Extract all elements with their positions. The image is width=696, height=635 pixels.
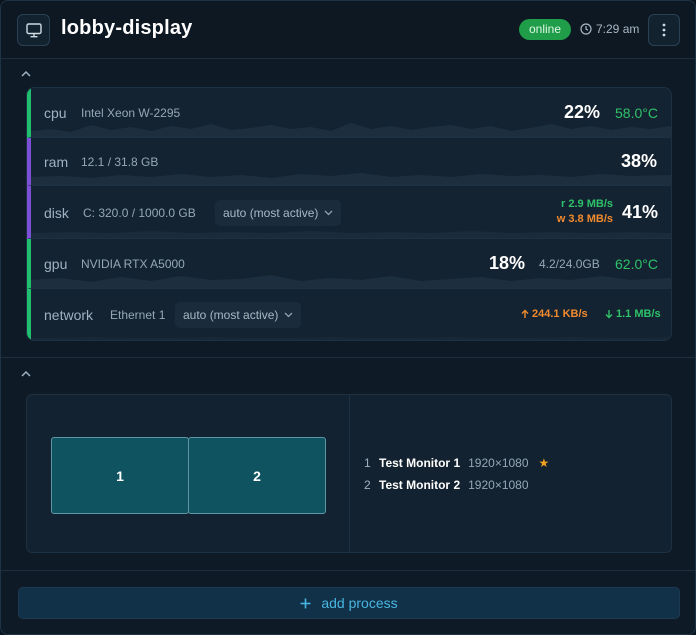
cpu-temperature: 58.0°C <box>615 105 658 121</box>
gpu-usage: 18% <box>489 253 526 273</box>
chevron-down-icon <box>324 210 333 216</box>
monitor-list-item[interactable]: 1 Test Monitor 1 1920×1080 ★ <box>364 456 549 470</box>
gpu-temperature: 62.0°C <box>615 256 658 272</box>
monitor-index: 1 <box>364 456 371 470</box>
disk-label: disk <box>44 205 69 221</box>
network-download: 1.1 MB/s <box>605 308 661 320</box>
card-header: lobby-display online 7:29 am <box>1 1 695 59</box>
plus-icon <box>300 598 311 608</box>
more-options-button[interactable] <box>648 14 680 46</box>
disk-usage: 41% <box>622 202 659 222</box>
add-process-label: add process <box>321 595 398 611</box>
ram-label: ram <box>44 154 69 170</box>
network-download-rate: 1.1 MB/s <box>616 308 661 320</box>
chevron-up-icon <box>21 370 31 377</box>
cpu-model: Intel Xeon W-2295 <box>81 106 181 120</box>
disk-select[interactable]: auto (most active) <box>215 200 342 226</box>
ram-usage: 38% <box>621 151 658 171</box>
network-label: network <box>44 307 94 323</box>
disk-row: disk C: 320.0 / 1000.0 GB auto (most act… <box>27 186 671 239</box>
ram-row: ram 12.1 / 31.8 GB 38% <box>27 138 671 186</box>
monitor-icon <box>25 22 42 37</box>
monitor-resolution: 1920×1080 <box>468 456 529 470</box>
display-screen-2[interactable]: 2 <box>188 437 326 514</box>
monitor-name: Test Monitor 2 <box>379 478 461 492</box>
system-metrics-panel: cpu Intel Xeon W-2295 22% 58.0°C ram 12.… <box>26 87 672 341</box>
cpu-usage: 22% <box>564 102 601 122</box>
metrics-collapse-toggle[interactable] <box>19 66 33 80</box>
displays-panel: 1 2 1 Test Monitor 1 1920×1080 ★ 2 Test … <box>26 394 672 553</box>
disk-select-value: auto (most active) <box>223 206 319 220</box>
network-adapter: Ethernet 1 <box>110 308 166 322</box>
gpu-row: gpu NVIDIA RTX A5000 18% 4.2/24.0GB 62.0… <box>27 239 671 289</box>
status-badge: online <box>519 19 572 40</box>
display-screen-1[interactable]: 1 <box>51 437 189 514</box>
device-type-button[interactable] <box>17 14 50 46</box>
device-card: lobby-display online 7:29 am cpu Intel X… <box>0 0 696 635</box>
network-upload-rate: 244.1 KB/s <box>532 308 588 320</box>
cpu-label: cpu <box>44 105 67 121</box>
cpu-row: cpu Intel Xeon W-2295 22% 58.0°C <box>27 88 671 138</box>
network-select-value: auto (most active) <box>183 308 279 322</box>
kebab-menu-icon <box>662 23 666 37</box>
ram-detail: 12.1 / 31.8 GB <box>81 155 159 169</box>
monitor-name: Test Monitor 1 <box>379 456 461 470</box>
displays-collapse-toggle[interactable] <box>19 366 33 380</box>
monitor-index: 2 <box>364 478 371 492</box>
arrow-up-icon <box>521 309 529 318</box>
network-row: network Ethernet 1 auto (most active) 24… <box>27 289 671 340</box>
network-upload: 244.1 KB/s <box>521 308 588 320</box>
gpu-model: NVIDIA RTX A5000 <box>81 257 185 271</box>
gpu-memory: 4.2/24.0GB <box>539 257 600 271</box>
disk-detail: C: 320.0 / 1000.0 GB <box>83 206 196 220</box>
last-seen-time: 7:29 am <box>596 22 640 36</box>
disk-read-rate: r 2.9 MB/s <box>561 198 613 210</box>
chevron-up-icon <box>21 70 31 77</box>
last-seen: 7:29 am <box>580 22 639 36</box>
disk-write-rate: w 3.8 MB/s <box>556 213 613 225</box>
add-process-button[interactable]: add process <box>18 587 680 619</box>
displays-divider <box>349 395 350 552</box>
section-divider <box>1 357 695 358</box>
chevron-down-icon <box>284 312 293 318</box>
device-title: lobby-display <box>61 17 193 39</box>
arrow-down-icon <box>605 310 613 319</box>
monitor-resolution: 1920×1080 <box>468 478 529 492</box>
clock-icon <box>580 23 592 35</box>
gpu-label: gpu <box>44 256 68 272</box>
monitor-list-item[interactable]: 2 Test Monitor 2 1920×1080 <box>364 478 529 492</box>
primary-star-icon: ★ <box>538 456 550 470</box>
section-divider <box>1 570 695 571</box>
network-select[interactable]: auto (most active) <box>175 302 302 328</box>
